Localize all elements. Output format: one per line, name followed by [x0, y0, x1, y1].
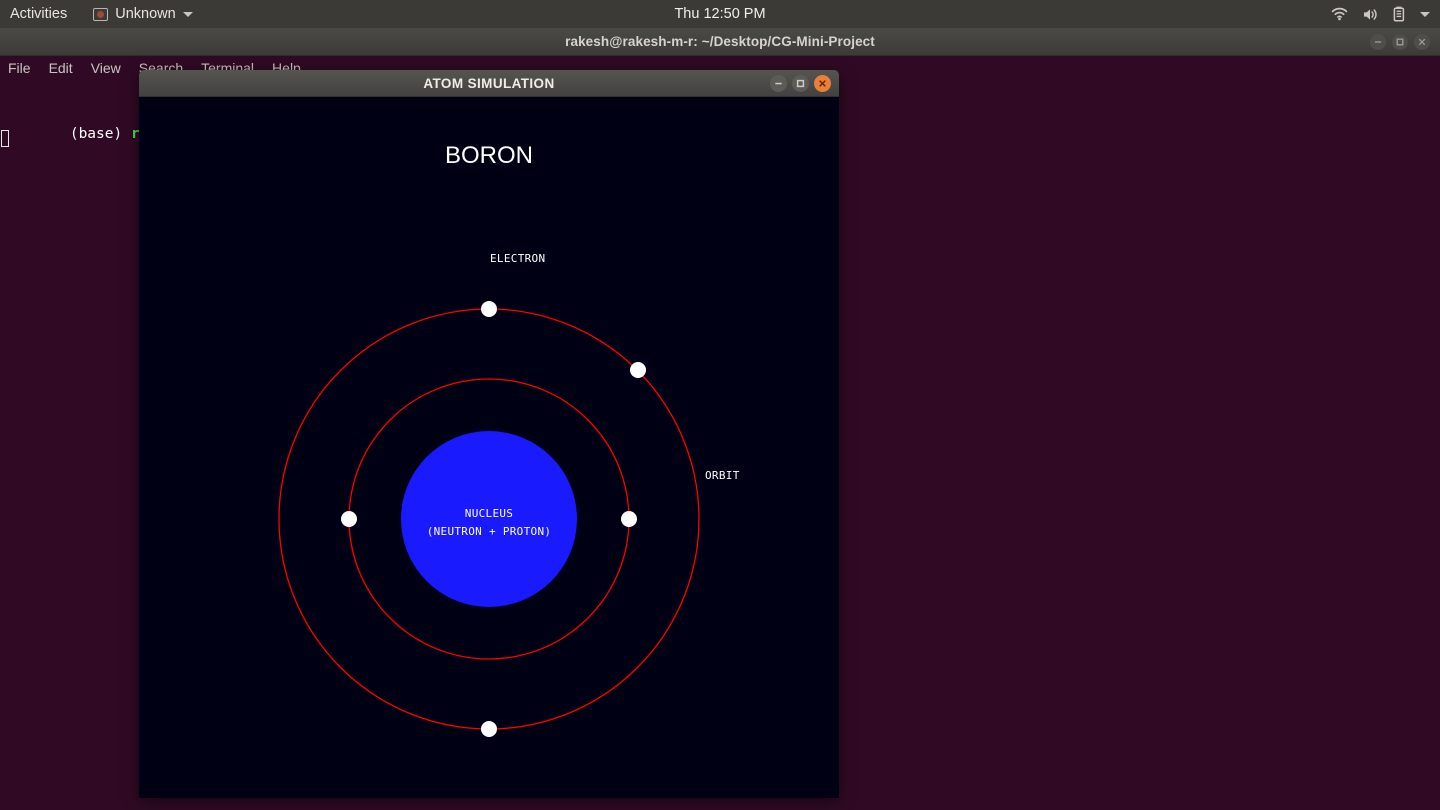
terminal-scrollbar-track[interactable] [1429, 545, 1440, 810]
screen: (base) rakesh@ra rakesh@rakesh-m-r: ~/De… [0, 0, 1440, 810]
terminal-window-controls [1370, 34, 1430, 50]
electron-label: ELECTRON [490, 252, 545, 265]
electron-shell1-right [621, 511, 637, 527]
terminal-title: rakesh@rakesh-m-r: ~/Desktop/CG-Mini-Pro… [565, 34, 875, 49]
battery-icon[interactable] [1393, 6, 1406, 22]
atom-simulation-window[interactable]: ATOM SIMULATION BORON NUCLEUS (NEUTRON +… [139, 70, 839, 798]
menu-item-file[interactable]: File [8, 60, 31, 76]
element-name-label: BORON [445, 142, 533, 169]
gnome-topbar: Activities Unknown Thu 12:50 PM [0, 0, 1440, 28]
atom-simulation-window-controls [770, 75, 831, 92]
close-button[interactable] [814, 75, 831, 92]
menu-item-view[interactable]: View [91, 60, 121, 76]
nucleus-label-line1: NUCLEUS [465, 507, 513, 520]
terminal-cursor [1, 130, 9, 147]
active-app-menu[interactable]: Unknown [93, 6, 193, 22]
terminal-maximize-button[interactable] [1392, 34, 1408, 50]
window-icon [93, 7, 109, 21]
nucleus-label-line2: (NEUTRON + PROTON) [427, 525, 552, 538]
active-app-name: Unknown [115, 6, 176, 22]
menu-item-edit[interactable]: Edit [49, 60, 73, 76]
atom-simulation-title: ATOM SIMULATION [423, 76, 555, 91]
clock[interactable]: Thu 12:50 PM [0, 0, 1440, 28]
atom-simulation-canvas[interactable]: BORON NUCLEUS (NEUTRON + PROTON) ELECTRO… [139, 97, 839, 798]
minimize-button[interactable] [770, 75, 787, 92]
electron-shell2-bottom [481, 721, 497, 737]
system-menu-chevron-down-icon[interactable] [1420, 11, 1430, 17]
terminal-prompt-env: (base) [69, 126, 131, 142]
terminal-close-button[interactable] [1414, 34, 1430, 50]
volume-icon[interactable] [1362, 7, 1379, 22]
electron-shell1-left [341, 511, 357, 527]
terminal-minimize-button[interactable] [1370, 34, 1386, 50]
atom-simulation-titlebar[interactable]: ATOM SIMULATION [139, 70, 839, 97]
maximize-button[interactable] [792, 75, 809, 92]
atom-diagram: BORON NUCLEUS (NEUTRON + PROTON) ELECTRO… [278, 142, 740, 737]
orbit-label: ORBIT [705, 469, 740, 482]
chevron-down-icon [182, 11, 193, 17]
system-tray [1331, 0, 1430, 28]
activities-button[interactable]: Activities [10, 6, 67, 22]
terminal-titlebar[interactable]: rakesh@rakesh-m-r: ~/Desktop/CG-Mini-Pro… [0, 28, 1440, 56]
electron-shell2-upper-right [630, 362, 646, 378]
electron-shell2-top [481, 301, 497, 317]
wifi-icon[interactable] [1331, 7, 1348, 21]
